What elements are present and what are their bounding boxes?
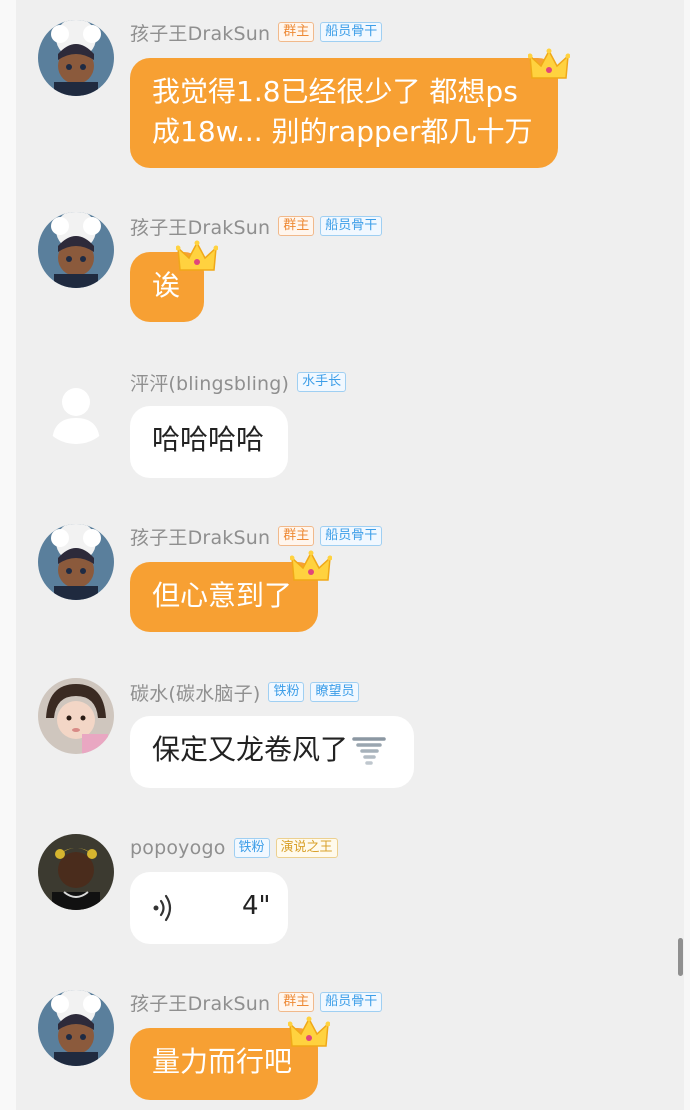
message-header: 孩子王DrakSun 群主 船员骨干	[130, 18, 388, 46]
role-tag-owner: 群主	[278, 216, 315, 236]
message-text: 保定又龙卷风了	[152, 730, 392, 770]
crown-icon	[528, 48, 570, 79]
message-bubble[interactable]: 我觉得1.8已经很少了 都想ps 成18w... 别的rapper都几十万	[130, 58, 558, 168]
sender-name[interactable]: popoyogo	[130, 837, 226, 859]
avatar-draksun[interactable]	[38, 212, 114, 288]
avatar-default[interactable]	[38, 368, 114, 444]
message-text: 成18w... 别的rapper都几十万	[152, 115, 533, 148]
sender-name[interactable]: 碳水(碳水脑子)	[130, 679, 260, 706]
sender-name[interactable]: 孩子王DrakSun	[130, 989, 270, 1016]
message-header: 泙泙(blingsbling) 水手长	[130, 368, 352, 396]
message-text-content: 保定又龙卷风了	[152, 733, 349, 766]
voice-duration: 4"	[242, 891, 271, 921]
role-tag-crew: 船员骨干	[320, 526, 383, 546]
sender-name[interactable]: 孩子王DrakSun	[130, 213, 270, 240]
message-text: 但心意到了	[152, 579, 293, 612]
crown-icon	[290, 550, 332, 581]
message-bubble[interactable]: 保定又龙卷风了	[130, 716, 414, 788]
message-text: 量力而行吧	[152, 1045, 293, 1078]
message-header: 孩子王DrakSun 群主 船员骨干	[130, 988, 388, 1016]
message-header: popoyogo 铁粉 演说之王	[130, 834, 344, 862]
sender-name[interactable]: 孩子王DrakSun	[130, 19, 270, 46]
role-tag-owner: 群主	[278, 526, 315, 546]
role-tag-crew: 船员骨干	[320, 22, 383, 42]
role-tag-lookout: 瞭望员	[310, 682, 360, 702]
crown-icon	[288, 1016, 330, 1047]
role-tag-crew: 船员骨干	[320, 992, 383, 1012]
right-screen-edge	[684, 0, 690, 1110]
role-tag-fan: 铁粉	[268, 682, 305, 702]
voice-wave-icon	[153, 894, 172, 922]
message-header: 孩子王DrakSun 群主 船员骨干	[130, 522, 388, 550]
role-tag-speaker: 演说之王	[275, 838, 338, 858]
message-bubble[interactable]: 哈哈哈哈	[130, 406, 288, 478]
tornado-emoji	[352, 737, 386, 765]
avatar-draksun[interactable]	[38, 990, 114, 1066]
avatar-draksun[interactable]	[38, 524, 114, 600]
scrollbar-thumb[interactable]	[678, 938, 683, 976]
role-tag-owner: 群主	[278, 992, 315, 1012]
left-screen-edge	[0, 0, 16, 1110]
message-header: 孩子王DrakSun 群主 船员骨干	[130, 212, 388, 240]
role-tag-crew: 船员骨干	[320, 216, 383, 236]
message-header: 碳水(碳水脑子) 铁粉 瞭望员	[130, 678, 365, 706]
avatar-tanshui[interactable]	[38, 678, 114, 754]
sender-name[interactable]: 孩子王DrakSun	[130, 523, 270, 550]
role-tag-fan: 铁粉	[233, 838, 270, 858]
crown-icon	[176, 240, 218, 271]
role-tag-owner: 群主	[278, 22, 315, 42]
voice-message-bubble[interactable]: 4"	[130, 872, 288, 944]
message-text: 哈哈哈哈	[152, 423, 265, 456]
avatar-popoyogo[interactable]	[38, 834, 114, 910]
message-text: 我觉得1.8已经很少了 都想ps	[152, 75, 518, 108]
avatar-draksun[interactable]	[38, 20, 114, 96]
sender-name[interactable]: 泙泙(blingsbling)	[130, 369, 289, 396]
role-tag-boatswain: 水手长	[297, 372, 347, 392]
